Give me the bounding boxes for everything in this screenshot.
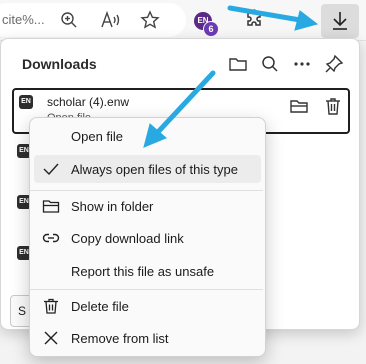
menu-item-label: Remove from list — [71, 331, 169, 346]
download-item-name[interactable]: scholar (4).enw — [47, 95, 129, 109]
menu-item-label: Open file — [71, 129, 124, 144]
menu-item-copy-link[interactable]: Copy download link — [34, 224, 261, 252]
show-in-folder-icon[interactable] — [289, 96, 309, 116]
open-downloads-folder-icon[interactable] — [227, 53, 249, 75]
menu-item-always-open[interactable]: Always open files of this type — [34, 155, 261, 183]
browser-toolbar: cite%... EN 6 — [0, 0, 366, 41]
menu-separator — [30, 289, 263, 290]
profile-badge: 6 — [203, 21, 219, 37]
address-bar-text[interactable]: cite%... — [2, 12, 45, 27]
menu-separator — [30, 190, 263, 191]
trash-icon — [42, 297, 60, 315]
pin-icon[interactable] — [323, 53, 345, 75]
menu-item-label: Report this file as unsafe — [71, 264, 215, 279]
delete-download-icon[interactable] — [323, 96, 343, 116]
menu-item-delete-file[interactable]: Delete file — [34, 292, 261, 320]
menu-item-label: Copy download link — [71, 231, 184, 246]
read-aloud-icon[interactable] — [100, 10, 120, 30]
download-icon — [333, 12, 347, 30]
panel-title: Downloads — [22, 56, 97, 72]
menu-item-label: Always open files of this type — [71, 162, 238, 177]
more-options-icon[interactable] — [291, 53, 313, 75]
menu-item-label: Delete file — [71, 299, 129, 314]
extensions-puzzle-icon[interactable] — [244, 8, 264, 28]
close-icon — [42, 329, 60, 347]
menu-item-remove-from-list[interactable]: Remove from list — [34, 324, 261, 352]
folder-icon — [42, 197, 60, 215]
checkmark-icon — [42, 160, 60, 178]
enw-file-icon: EN — [19, 95, 33, 109]
search-downloads-icon[interactable] — [259, 53, 281, 75]
menu-item-report-unsafe[interactable]: Report this file as unsafe — [34, 257, 261, 285]
profile-extension-button[interactable]: EN 6 — [194, 9, 222, 37]
zoom-icon[interactable] — [59, 10, 79, 30]
menu-item-open-file[interactable]: Open file — [34, 122, 261, 150]
favorite-star-icon[interactable] — [140, 10, 160, 30]
link-icon — [42, 229, 60, 247]
download-context-menu: Open file Always open files of this type… — [29, 117, 266, 357]
menu-item-label: Show in folder — [71, 199, 154, 214]
menu-item-show-in-folder[interactable]: Show in folder — [34, 192, 261, 220]
downloads-button[interactable] — [321, 4, 359, 38]
